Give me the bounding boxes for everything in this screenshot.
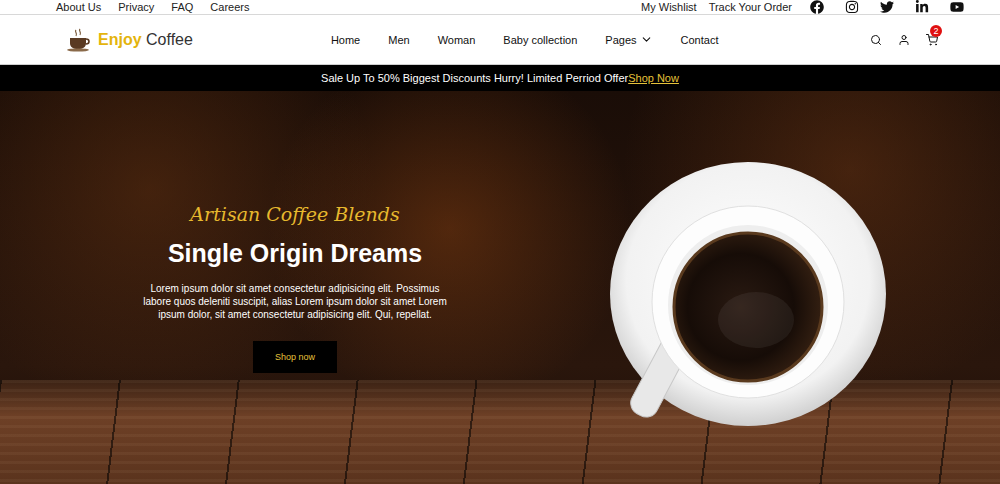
menu-item[interactable]: Baby collection (503, 34, 577, 46)
hero-body: Lorem ipsum dolor sit amet consectetur a… (140, 282, 450, 321)
hero-title: Single Origin Dreams (168, 239, 422, 268)
cart-badge: 2 (930, 25, 942, 37)
logo-name: Coffee (146, 31, 193, 48)
instagram-icon[interactable] (845, 0, 859, 14)
top-link[interactable]: About Us (56, 1, 101, 14)
page: About Us Privacy FAQ Careers My Wishlist Trac… (0, 0, 1000, 484)
info-links: About Us Privacy FAQ Careers (56, 1, 249, 14)
coffee-cup-icon (66, 28, 92, 52)
logo-brand: Enjoy (98, 31, 142, 48)
menu-item[interactable]: Contact (681, 34, 719, 46)
chevron-down-icon (640, 33, 653, 46)
cart-button[interactable]: 2 (926, 34, 938, 46)
promo-text: Sale Up To 50% Biggest Discounts Hurry! … (321, 72, 628, 84)
menu-item[interactable]: Home (331, 34, 360, 46)
youtube-icon[interactable] (950, 0, 964, 14)
promo-bar: Sale Up To 50% Biggest Discounts Hurry! … (0, 65, 1000, 91)
nav-actions: 2 (870, 34, 938, 46)
facebook-icon[interactable] (810, 0, 824, 14)
coffee-cup-illustration (606, 160, 886, 430)
hero-content: Artisan Coffee Blends Single Origin Dream… (0, 203, 590, 373)
menu-item[interactable]: Men (388, 34, 409, 46)
promo-link[interactable]: Shop Now (628, 72, 679, 84)
social-links (810, 0, 964, 14)
menu-item[interactable]: Pages (605, 33, 652, 46)
logo[interactable]: Enjoy Coffee (66, 28, 193, 52)
nav-bar: Enjoy Coffee Home Men Woman Baby collection P… (0, 15, 1000, 65)
top-bar: About Us Privacy FAQ Careers My Wishlist Trac… (0, 0, 1000, 15)
hero: Artisan Coffee Blends Single Origin Dream… (0, 91, 1000, 484)
search-icon[interactable] (870, 34, 882, 46)
top-link[interactable]: Privacy (118, 1, 154, 14)
menu-item[interactable]: Woman (438, 34, 476, 46)
account-link[interactable]: My Wishlist (641, 1, 697, 14)
user-icon[interactable] (898, 34, 910, 46)
hero-image (590, 146, 1000, 430)
main-menu: Home Men Woman Baby collection Pages Contact (331, 33, 719, 46)
top-link[interactable]: Careers (210, 1, 249, 14)
twitter-icon[interactable] (880, 0, 894, 14)
account-links: My Wishlist Track Your Order (641, 1, 792, 14)
top-link[interactable]: FAQ (171, 1, 193, 14)
hero-eyebrow: Artisan Coffee Blends (190, 203, 399, 225)
account-link[interactable]: Track Your Order (709, 1, 792, 14)
shop-now-button[interactable]: Shop now (253, 341, 337, 373)
linkedin-icon[interactable] (915, 0, 929, 14)
